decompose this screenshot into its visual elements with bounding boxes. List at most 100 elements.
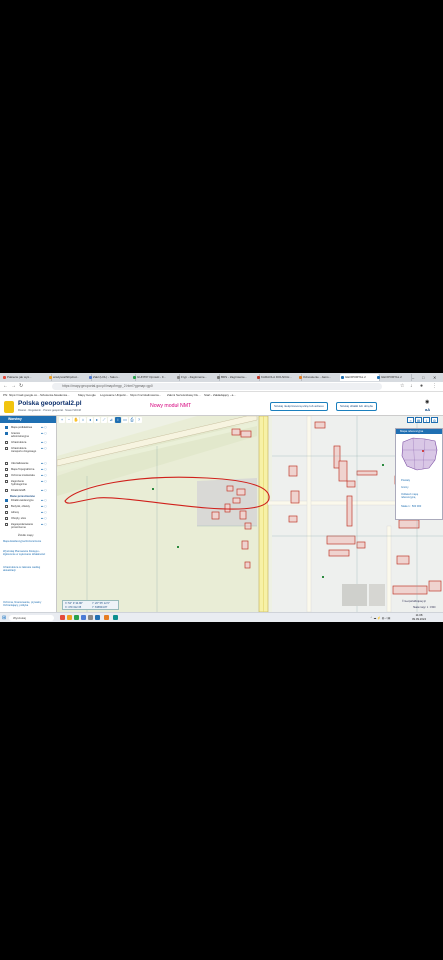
app-icon[interactable] — [60, 615, 65, 620]
maximize-icon[interactable]: □ — [422, 374, 424, 381]
layer-checkbox[interactable] — [5, 517, 8, 520]
share-icon[interactable]: ⇪ — [423, 417, 430, 423]
browser-tab[interactable]: KARAOLA DOLNICH... — [256, 374, 302, 381]
overview-option[interactable]: Powiaty — [401, 479, 410, 482]
browser-tab[interactable]: GEOPORTAL 2 — [376, 374, 412, 381]
layer-checkbox[interactable] — [5, 523, 8, 526]
app-icon[interactable] — [67, 615, 72, 620]
layer-tools-icon[interactable]: ▸▸ ◻ — [41, 447, 46, 450]
zoom-out-icon[interactable]: − — [66, 417, 72, 423]
map-view[interactable]: + − ✋ ⌂ ◂ ▸ ⟋ ⊿ i ▭ ⎙ ? ≡ ▤ ⇪ ⚙ Mapa ref… — [57, 416, 443, 612]
legend-icon[interactable]: ▤ — [415, 417, 422, 423]
layer-tools-icon[interactable]: ▸▸ ◻ — [41, 432, 46, 435]
promo-banner[interactable]: Nowy moduł NMT — [150, 403, 191, 409]
font-size-button[interactable]: aA — [425, 407, 430, 412]
search-parcel-button[interactable]: Szukaj działki lub obrębu — [336, 402, 378, 411]
layer-tools-icon[interactable]: ▸▸ ◻ — [41, 523, 46, 526]
forward-icon[interactable]: → — [11, 383, 16, 390]
print-icon[interactable]: ⎙ — [129, 417, 135, 423]
overview-header[interactable]: Mapa referencyjna — [396, 429, 442, 434]
layer-checkbox[interactable] — [5, 511, 8, 514]
layers-panel-header[interactable]: Warstwy — [0, 416, 56, 423]
app-icon[interactable] — [104, 615, 109, 620]
info-tool-icon[interactable]: i — [115, 417, 121, 423]
profile-icon[interactable]: ● — [420, 383, 423, 390]
layer-group-header[interactable]: Dane przestrzenne — [10, 494, 35, 498]
back-extent-icon[interactable]: ◂ — [87, 417, 93, 423]
layer-tools-icon[interactable]: ▸▸ ◻ — [41, 511, 46, 514]
app-icon[interactable] — [74, 615, 79, 620]
pan-hand-icon[interactable]: ✋ — [73, 417, 79, 423]
check-address-button[interactable]: Szukaj niekprzesoną ulicę lub adresu — [270, 402, 328, 411]
legend-link[interactable]: Wyszukaj Planowanie Dostępu - Zgłoszenie… — [3, 550, 53, 556]
help-icon[interactable]: ? — [136, 417, 142, 423]
overview-poland-map[interactable] — [399, 436, 439, 472]
layer-tools-icon[interactable]: ▸▸ ◻ — [41, 480, 46, 483]
select-icon[interactable]: ▭ — [122, 417, 128, 423]
layer-tools-icon[interactable]: ▸▸ ◻ — [41, 474, 46, 477]
overview-option[interactable]: Odśwież mapę referencyjną — [401, 493, 431, 499]
layer-tools-icon[interactable]: ▸▸ ◻ — [41, 489, 46, 492]
layer-checkbox[interactable] — [5, 474, 8, 477]
bookmark[interactable]: https://mcrslalinownia... — [130, 392, 161, 399]
browser-tab[interactable]: GUNTIP Opnieki - F... — [132, 374, 180, 381]
layer-checkbox[interactable] — [5, 499, 8, 502]
bookmark[interactable]: Start - Zakładający - a... — [204, 392, 236, 399]
url-field[interactable]: https://mapy.geoportal.gov.pl/imap/Imgp_… — [52, 383, 382, 390]
app-icon[interactable] — [81, 615, 86, 620]
layer-checkbox[interactable] — [5, 489, 8, 492]
browser-tab[interactable]: Odnowienie - Jams... — [298, 374, 344, 381]
forward-extent-icon[interactable]: ▸ — [94, 417, 100, 423]
browser-tab[interactable]: BDS - Zagtmienie... — [216, 374, 260, 381]
overview-option[interactable]: Gminy — [401, 486, 409, 489]
layer-checkbox[interactable] — [5, 462, 8, 465]
star-icon[interactable]: ☆ — [400, 383, 404, 390]
layer-checkbox[interactable] — [5, 426, 8, 429]
layer-checkbox[interactable] — [5, 432, 8, 435]
zoom-in-icon[interactable]: + — [59, 417, 65, 423]
layer-tools-icon[interactable]: ▸▸ ◻ — [41, 426, 46, 429]
layer-tools-icon[interactable]: ▸▸ ◻ — [41, 468, 46, 471]
menu-icon[interactable]: ⋮ — [432, 383, 437, 390]
bookmark[interactable]: Mapy Google — [78, 392, 96, 399]
layer-checkbox[interactable] — [5, 505, 8, 508]
browser-tab[interactable]: Pakiecie jak wyś... — [2, 374, 52, 381]
app-icon[interactable] — [113, 615, 118, 620]
bookmark[interactable]: Szkolenia Akademia... — [40, 392, 70, 399]
layer-tools-icon[interactable]: ▸▸ ◻ — [41, 505, 46, 508]
reload-icon[interactable]: ↻ — [19, 383, 23, 390]
app-icon[interactable] — [95, 615, 100, 620]
bookmark[interactable]: PN: https://mail.google.co... — [3, 392, 40, 399]
layers-icon[interactable]: ≡ — [407, 417, 414, 423]
accessibility-eye-icon[interactable]: ◉ — [425, 399, 429, 406]
layer-checkbox[interactable] — [5, 480, 8, 483]
browser-tab-active[interactable]: GEOPORTAL 2 — [340, 374, 380, 381]
sidebar-footer-link[interactable]: Ochrona, finansowanie, prywatny Ochrania… — [3, 601, 53, 607]
legend-link[interactable]: Infrastruktura w zakresie według aktuali… — [3, 566, 53, 572]
layer-tools-icon[interactable]: ▸▸ ◻ — [41, 441, 46, 444]
map-canvas[interactable] — [57, 416, 443, 612]
taskbar-clock[interactable]: 11:08 09.09.2024 — [412, 613, 426, 621]
bookmark[interactable]: Logowanie Ubijecki... — [100, 392, 128, 399]
browser-tab[interactable]: Zakl (LOL) - Salon... — [88, 374, 136, 381]
bookmark[interactable]: Zakmi Serwisnikasy Du... — [167, 392, 201, 399]
legend-link[interactable]: Mapa Ewidencyjna Rozszerzenie — [3, 540, 53, 543]
browser-tab[interactable]: wisdyscalhthpdsd... — [48, 374, 92, 381]
minimize-icon[interactable]: – — [412, 374, 414, 381]
close-icon[interactable]: ✕ — [433, 374, 436, 381]
map-attribution[interactable]: © GeoportalKrajowy.pl — [402, 600, 426, 603]
site-title[interactable]: Polska geoportal2.pl — [18, 400, 82, 407]
taskbar-search[interactable]: Wyszukaj — [9, 615, 54, 621]
system-tray[interactable]: ⌃ ☁ ⚡ ◍ ♪ ▤ — [370, 615, 390, 621]
measure-icon[interactable]: ⟋ — [101, 417, 107, 423]
geoportal-logo[interactable] — [4, 401, 14, 413]
browser-tab[interactable]: Fryp - Zagtmienie... — [176, 374, 220, 381]
ruler-icon[interactable]: ⊿ — [108, 417, 114, 423]
download-icon[interactable]: ↓ — [410, 383, 413, 390]
layer-checkbox[interactable] — [5, 468, 8, 471]
site-links[interactable]: Rosnet · Regulamin · Pomoc geoportal · N… — [18, 409, 81, 412]
layer-checkbox[interactable] — [5, 447, 8, 450]
layer-tools-icon[interactable]: ▸▸ ◻ — [41, 462, 46, 465]
full-extent-icon[interactable]: ⌂ — [80, 417, 86, 423]
windows-start-icon[interactable]: ⊞ — [2, 615, 6, 621]
